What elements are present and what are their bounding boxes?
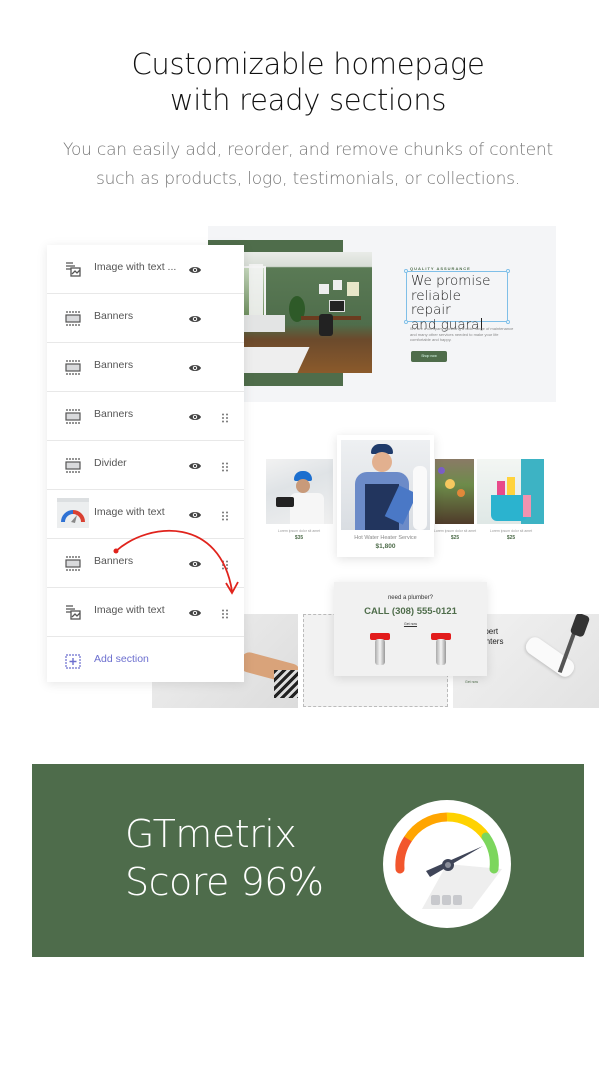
eye-icon[interactable]	[188, 459, 202, 471]
painters-cta[interactable]: Get now	[465, 680, 478, 684]
hero-title-line2: with ready sections	[169, 83, 447, 117]
resize-handle[interactable]	[404, 269, 408, 273]
eye-icon[interactable]	[188, 263, 202, 275]
featured-caption: Hot Water Heater Service	[354, 535, 417, 541]
shop-now-button[interactable]: Shop now	[411, 351, 447, 362]
plumber-banner[interactable]: need a plumber? CALL (308) 555-0121 Get …	[334, 582, 487, 676]
plumber-cta[interactable]: Get now	[334, 622, 487, 626]
drag-handle-icon[interactable]	[221, 459, 229, 472]
resize-handle[interactable]	[404, 320, 408, 324]
section-item[interactable]: Divider	[47, 441, 244, 490]
section-item-label: Banners	[94, 359, 134, 371]
hero-subtitle-line2: such as products, logo, testimonials, or…	[95, 169, 521, 189]
plumber-question: need a plumber?	[387, 595, 434, 601]
banner-icon	[65, 458, 81, 473]
product-caption: Lorem ipsum dolor sit amet	[277, 529, 321, 533]
hero-title-line1: Customizable homepage	[131, 47, 485, 81]
section-item-label: Image with text ...	[94, 261, 177, 273]
drag-handle-icon[interactable]	[221, 508, 229, 521]
section-item-label: Banners	[94, 408, 134, 420]
banner-icon	[65, 311, 81, 326]
hero-title: Customizable homepage with ready section…	[0, 46, 616, 118]
banner-icon	[65, 556, 81, 571]
section-item-label: Image with text	[94, 604, 165, 616]
heading-line1: We promise	[411, 273, 491, 289]
speedometer-thumbnail-icon	[57, 498, 89, 528]
plumber-photo	[341, 440, 430, 530]
banner-icon	[65, 409, 81, 424]
eye-icon[interactable]	[188, 606, 202, 618]
eye-icon[interactable]	[188, 361, 202, 373]
room-photo	[223, 252, 372, 373]
featured-price: $1,800	[375, 543, 396, 550]
featured-product-card[interactable]: Hot Water Heater Service $1,800	[337, 435, 434, 557]
section-item[interactable]: Banners	[47, 343, 244, 392]
eye-icon[interactable]	[188, 312, 202, 324]
hero-subtitle-line1: You can easily add, reorder, and remove …	[63, 140, 553, 160]
speedometer-icon	[383, 800, 511, 928]
drag-handle-icon[interactable]	[221, 606, 229, 619]
drag-handle-icon[interactable]	[221, 410, 229, 423]
add-section-label: Add section	[94, 653, 149, 665]
gtmetrix-title: GTmetrix	[125, 812, 297, 856]
gtmetrix-banner: GTmetrix Score 96%	[32, 764, 584, 957]
section-item[interactable]: Banners	[47, 392, 244, 441]
section-item-label: Banners	[94, 310, 134, 322]
add-section-button[interactable]: Add section	[47, 637, 244, 686]
section-item-label: Divider	[94, 457, 127, 469]
product-caption: Lorem ipsum dolor sit amet	[489, 529, 533, 533]
sections-panel: Image with text ... Banners Banners Banners…	[47, 245, 244, 682]
product-price: $25	[506, 535, 516, 541]
heading-edit-field[interactable]: We promise reliable repair and guara	[406, 271, 508, 332]
product-image	[266, 459, 333, 524]
gtmetrix-score: Score 96%	[125, 860, 324, 904]
banner-icon	[65, 360, 81, 375]
drag-arrow	[113, 529, 239, 595]
resize-handle[interactable]	[506, 269, 510, 273]
section-item-label: Image with text	[94, 506, 165, 518]
resize-handle[interactable]	[506, 320, 510, 324]
plumber-phone[interactable]: CALL (308) 555-0121	[334, 606, 487, 617]
image-text-icon	[65, 262, 81, 277]
heading-line2: reliable repair	[411, 287, 461, 318]
product-price: $35	[294, 535, 304, 541]
image-text-icon	[65, 605, 81, 620]
section-item[interactable]: Image with text ...	[47, 245, 244, 294]
eye-icon[interactable]	[188, 410, 202, 422]
product-image	[477, 459, 544, 524]
hero-description: We are a company providing a wide range …	[410, 326, 514, 342]
section-item[interactable]: Banners	[47, 294, 244, 343]
add-section-icon	[65, 654, 81, 669]
product-image	[435, 459, 474, 524]
hero-subtitle: You can easily add, reorder, and remove …	[0, 136, 616, 194]
eye-icon[interactable]	[188, 508, 202, 520]
